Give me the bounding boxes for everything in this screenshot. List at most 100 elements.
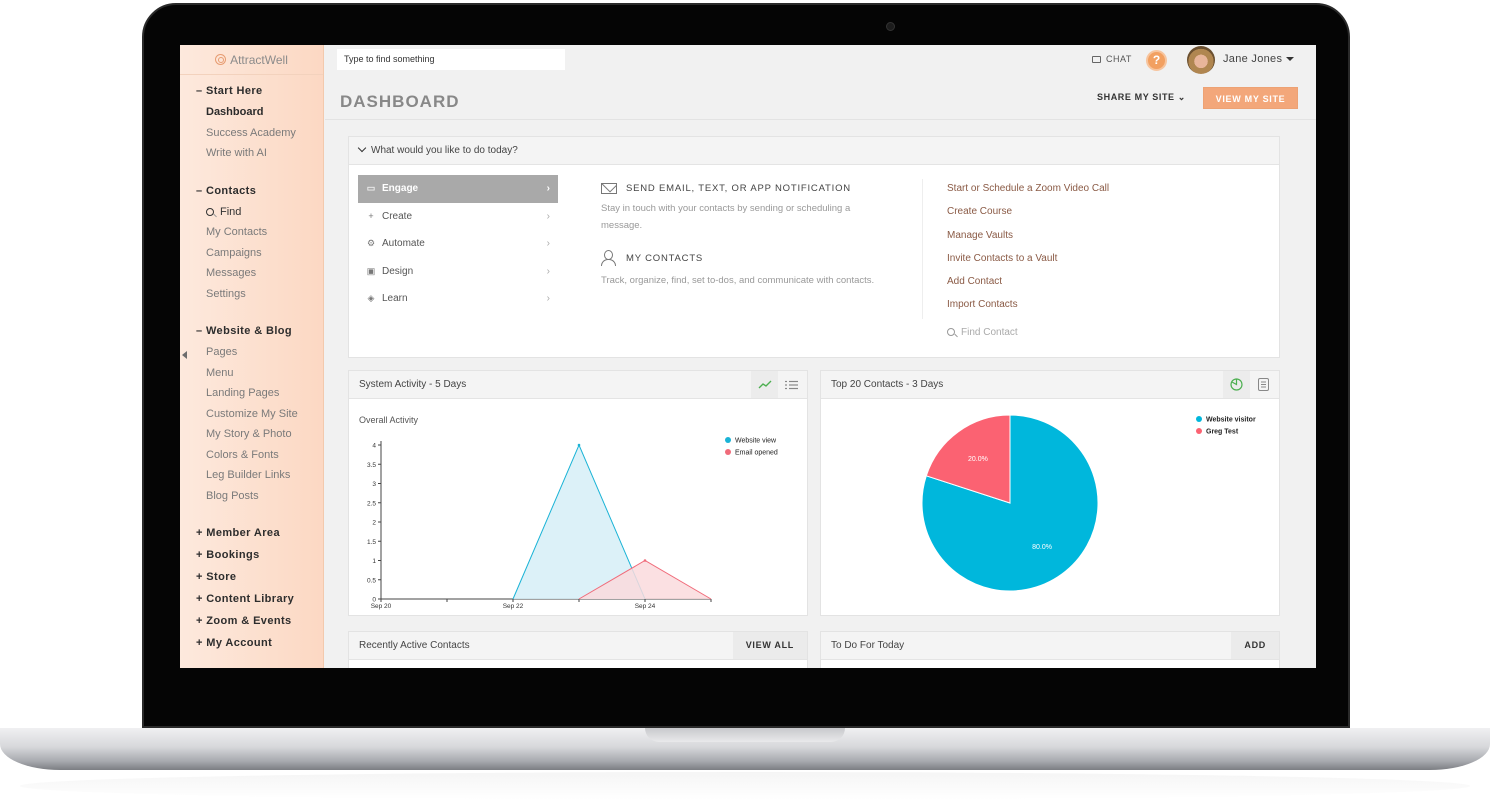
pie-chart-view-button[interactable] [1223,371,1250,398]
y-tick-label: 4 [372,443,376,450]
data-point [643,559,647,562]
global-search-input[interactable]: Type to find something [337,49,565,70]
find-contact-input[interactable]: Find Contact [947,327,1109,338]
sidebar-item-pages[interactable]: Pages [180,342,323,363]
sidebar-section-zoom-events[interactable]: + Zoom & Events [180,610,323,632]
widget-header: Recently Active Contacts VIEW ALL [349,632,807,660]
menu-item-design[interactable]: ▣ Design › [358,258,558,286]
option-description: Stay in touch with your contacts by send… [601,203,851,231]
legend-marker [1196,428,1202,434]
user-name: Jane Jones [1223,53,1283,65]
y-tick-label: 2 [372,520,376,527]
sidebar-item-leg-builder-links[interactable]: Leg Builder Links [180,465,323,486]
sidebar: AttractWell – Start Here Dashboard Succe… [180,45,324,668]
quick-actions-toggle[interactable]: What would you like to do today? [349,137,1279,165]
menu-item-automate[interactable]: ⚙ Automate › [358,230,558,258]
link-create-course[interactable]: Create Course [947,206,1109,229]
sidebar-section-content-library[interactable]: + Content Library [180,588,323,610]
menu-item-create[interactable]: + Create › [358,203,558,231]
legend-label: Website visitor [1206,417,1256,424]
line-chart-view-button[interactable] [751,371,778,398]
link-manage-vaults[interactable]: Manage Vaults [947,230,1109,253]
help-icon[interactable]: ? [1146,50,1167,71]
quick-links: Start or Schedule a Zoom Video Call Crea… [947,183,1109,338]
link-import-contacts[interactable]: Import Contacts [947,299,1109,322]
caret-down-icon [1286,57,1295,62]
sidebar-item-settings[interactable]: Settings [180,284,323,305]
sidebar-item-find[interactable]: Find [180,202,323,223]
avatar[interactable] [1187,46,1215,74]
view-all-button[interactable]: VIEW ALL [732,632,807,659]
share-my-site-dropdown[interactable]: SHARE MY SITE ⌄ [1097,92,1186,103]
chevron-right-icon: › [546,293,550,304]
legend-marker [725,437,731,443]
sidebar-item-messages[interactable]: Messages [180,263,323,284]
x-tick-label: Sep 20 [371,603,392,610]
sidebar-section-toggle[interactable]: – Contacts [180,180,323,202]
sidebar-item-my-story-photo[interactable]: My Story & Photo [180,424,323,445]
envelope-icon [601,183,617,194]
menu-item-label: Design [382,265,414,277]
chat-button[interactable]: CHAT [1092,54,1132,64]
sidebar-item-customize-my-site[interactable]: Customize My Site [180,404,323,425]
user-menu[interactable]: Jane Jones [1223,53,1295,65]
sidebar-item-success-academy[interactable]: Success Academy [180,123,323,144]
sidebar-item-write-with-ai[interactable]: Write with AI [180,143,323,164]
x-tick-label: Sep 24 [635,603,656,610]
widget-header: Top 20 Contacts - 3 Days [821,371,1279,399]
widget-title: System Activity - 5 Days [359,379,467,390]
legend-label: Website view [735,438,777,445]
sidebar-item-blog-posts[interactable]: Blog Posts [180,486,323,507]
menu-item-learn[interactable]: ◈ Learn › [358,285,558,313]
plus-icon: + [368,210,374,221]
option-description: Track, organize, find, set to-dos, and c… [601,275,875,286]
menu-item-engage[interactable]: ▭ Engage › [358,175,558,203]
list-view-button[interactable] [778,371,805,398]
engage-descriptions: SEND EMAIL, TEXT, OR APP NOTIFICATION St… [601,183,901,289]
sidebar-item-campaigns[interactable]: Campaigns [180,243,323,264]
pie-chart-icon [1230,378,1243,391]
y-tick-label: 3.5 [367,462,376,469]
todo-widget: To Do For Today ADD [820,631,1280,668]
laptop-notch [645,728,845,742]
collapse-sidebar-icon[interactable] [182,351,187,359]
sidebar-item-my-contacts[interactable]: My Contacts [180,222,323,243]
link-add-contact[interactable]: Add Contact [947,276,1109,299]
engage-icon: ▭ [366,183,376,193]
quick-actions-panel: What would you like to do today? ▭ Engag… [348,136,1280,358]
option-title: MY CONTACTS [626,252,704,264]
sidebar-section-start-here: – Start Here Dashboard Success Academy W… [180,80,323,164]
sidebar-section-store[interactable]: + Store [180,566,323,588]
list-icon [785,380,798,389]
sidebar-section-contacts: – Contacts Find My Contacts Campaigns Me… [180,180,323,305]
chat-icon [1092,55,1101,63]
sidebar-section-toggle[interactable]: – Website & Blog [180,320,323,342]
my-contacts-option[interactable]: MY CONTACTS Track, organize, find, set t… [601,250,901,289]
chevron-right-icon: › [546,210,550,222]
top-contacts-widget: Top 20 Contacts - 3 Days 80.0% 20.0% Websi… [820,370,1280,616]
chevron-right-icon: › [546,238,550,249]
menu-item-label: Engage [382,183,419,194]
laptop-mockup: AttractWell – Start Here Dashboard Succe… [0,0,1490,800]
find-contact-placeholder: Find Contact [961,326,1018,338]
add-todo-button[interactable]: ADD [1231,632,1279,659]
sidebar-section-toggle[interactable]: – Start Here [180,80,323,102]
brand-logo[interactable]: AttractWell [180,45,323,75]
report-view-button[interactable] [1250,371,1277,398]
sidebar-item-colors-fonts[interactable]: Colors & Fonts [180,445,323,466]
sidebar-item-menu[interactable]: Menu [180,363,323,384]
sidebar-item-landing-pages[interactable]: Landing Pages [180,383,323,404]
sidebar-section-member-area[interactable]: + Member Area [180,522,323,544]
sidebar-section-my-account[interactable]: + My Account [180,632,323,654]
link-invite-vault[interactable]: Invite Contacts to a Vault [947,253,1109,276]
laptop-reflection [20,772,1470,800]
panel-divider [922,179,923,319]
view-my-site-button[interactable]: VIEW MY SITE [1203,87,1298,109]
link-zoom-call[interactable]: Start or Schedule a Zoom Video Call [947,183,1109,206]
send-notification-option[interactable]: SEND EMAIL, TEXT, OR APP NOTIFICATION St… [601,183,901,234]
sidebar-section-bookings[interactable]: + Bookings [180,544,323,566]
graduation-cap-icon: ◈ [367,293,375,303]
widget-header: System Activity - 5 Days [349,371,807,399]
sidebar-item-dashboard[interactable]: Dashboard [180,102,323,123]
slice-label: 20.0% [968,456,988,463]
